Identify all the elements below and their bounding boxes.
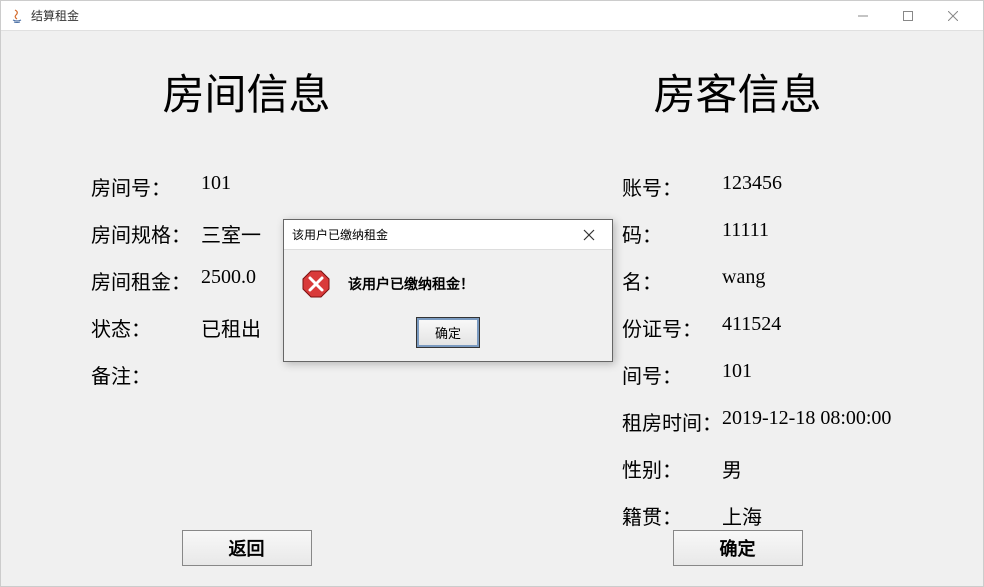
dialog-body: 该用户已缴纳租金！ <box>284 250 612 312</box>
rent-time-label: 租房时间： <box>622 407 722 436</box>
origin-label: 籍贯： <box>622 501 722 530</box>
maximize-button[interactable] <box>885 2 930 30</box>
tenant-room-row: 间号： 101 <box>532 360 943 389</box>
close-button[interactable] <box>930 2 975 30</box>
dialog-message: 该用户已缴纳租金！ <box>348 274 474 294</box>
titlebar: 结算租金 <box>1 1 983 31</box>
error-icon <box>300 268 332 300</box>
account-value: 123456 <box>722 172 943 201</box>
account-label: 账号： <box>622 172 722 201</box>
alert-dialog: 该用户已缴纳租金 该用户已缴纳租金！ 确定 <box>283 219 613 362</box>
tenant-info-heading: 房客信息 <box>532 61 943 122</box>
account-row: 账号： 123456 <box>532 172 943 201</box>
tenant-room-value: 101 <box>722 360 943 389</box>
remark-value <box>201 360 452 389</box>
java-icon <box>9 8 25 24</box>
gender-label: 性别： <box>622 454 722 483</box>
remark-label: 备注： <box>91 360 201 389</box>
room-info-heading: 房间信息 <box>41 61 452 122</box>
tenant-room-label: 间号： <box>622 360 722 389</box>
room-number-value: 101 <box>201 172 452 201</box>
password-label: 码： <box>622 219 722 248</box>
dialog-titlebar: 该用户已缴纳租金 <box>284 220 612 250</box>
dialog-close-button[interactable] <box>574 223 604 247</box>
status-label: 状态： <box>91 313 201 342</box>
back-button[interactable]: 返回 <box>182 530 312 566</box>
window-title: 结算租金 <box>31 7 840 24</box>
main-window: 结算租金 房间信息 房间号： 101 房间规格： 三室一 <box>0 0 984 587</box>
idcard-value: 411524 <box>722 313 943 342</box>
room-number-row: 房间号： 101 <box>41 172 452 201</box>
rent-time-row: 租房时间： 2019-12-18 08:00:00 <box>532 407 943 436</box>
origin-value: 上海 <box>722 501 943 530</box>
gender-row: 性别： 男 <box>532 454 943 483</box>
password-value: 11111 <box>722 219 943 248</box>
room-number-label: 房间号： <box>91 172 201 201</box>
dialog-ok-button[interactable]: 确定 <box>417 318 479 347</box>
confirm-button[interactable]: 确定 <box>673 530 803 566</box>
right-button-row: 确定 <box>492 530 983 566</box>
window-controls <box>840 2 975 30</box>
name-value: wang <box>722 266 943 295</box>
dialog-footer: 确定 <box>284 312 612 361</box>
room-rent-label: 房间租金： <box>91 266 201 295</box>
minimize-button[interactable] <box>840 2 885 30</box>
left-button-row: 返回 <box>1 530 492 566</box>
dialog-title: 该用户已缴纳租金 <box>292 226 574 243</box>
origin-row: 籍贯： 上海 <box>532 501 943 530</box>
idcard-label: 份证号： <box>622 313 722 342</box>
name-label: 名： <box>622 266 722 295</box>
gender-value: 男 <box>722 454 943 483</box>
room-spec-label: 房间规格： <box>91 219 201 248</box>
rent-time-value: 2019-12-18 08:00:00 <box>722 407 943 436</box>
remark-row: 备注： <box>41 360 452 389</box>
